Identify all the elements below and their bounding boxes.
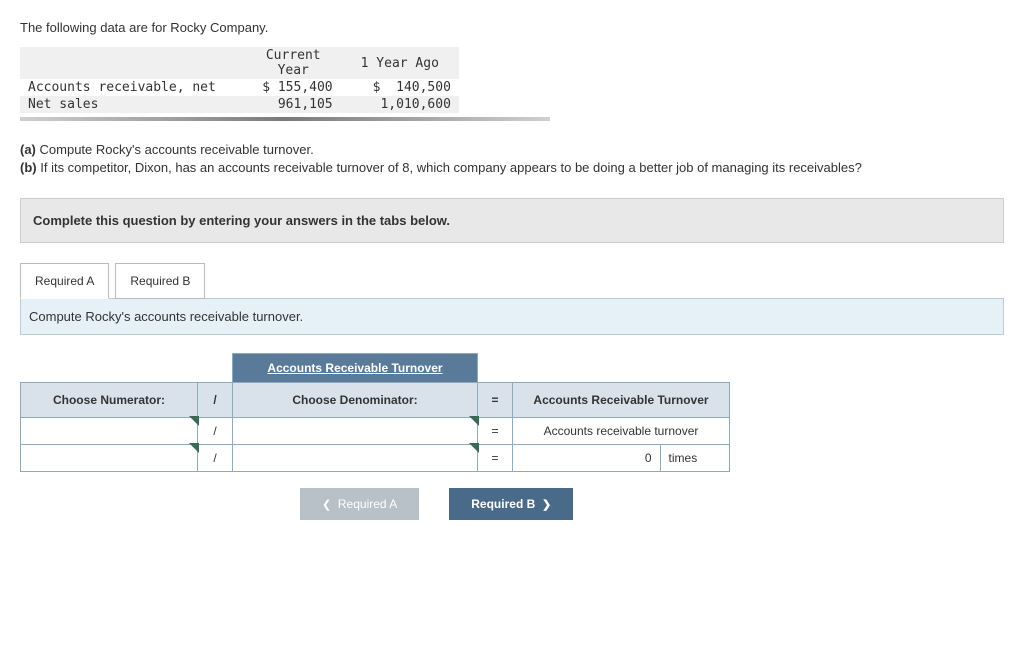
result-label: Accounts receivable turnover	[513, 418, 730, 445]
row-label: Accounts receivable, net	[20, 79, 246, 96]
nav-buttons: ❮ Required A Required B ❯	[20, 488, 1004, 520]
cell-value: $ 155,400	[246, 79, 341, 96]
denominator-value-dropdown[interactable]	[233, 445, 478, 472]
tabs-container: Required A Required B	[20, 263, 1004, 299]
answer-title: Accounts Receivable Turnover	[233, 354, 478, 383]
cell-value: $ 140,500	[341, 79, 459, 96]
equals: =	[478, 383, 513, 418]
numerator-header: Choose Numerator:	[21, 383, 198, 418]
divider	[20, 117, 550, 121]
result-units: times	[660, 445, 729, 472]
chevron-right-icon: ❯	[542, 499, 551, 511]
slash: /	[198, 418, 233, 445]
denominator-header: Choose Denominator:	[233, 383, 478, 418]
equals: =	[478, 418, 513, 445]
row-label: Net sales	[20, 96, 246, 113]
numerator-dropdown[interactable]	[21, 418, 198, 445]
prev-button[interactable]: ❮ Required A	[300, 488, 419, 520]
next-button[interactable]: Required B ❯	[449, 488, 573, 520]
denominator-dropdown[interactable]	[233, 418, 478, 445]
chevron-left-icon: ❮	[322, 499, 331, 511]
slash: /	[198, 445, 233, 472]
result-value[interactable]: 0	[513, 445, 661, 472]
equals: =	[478, 445, 513, 472]
tab-required-a[interactable]: Required A	[20, 263, 109, 299]
questions-block: (a) Compute Rocky's accounts receivable …	[20, 141, 1004, 176]
intro-text: The following data are for Rocky Company…	[20, 20, 1004, 35]
col-header-prior: 1 Year Ago	[341, 47, 459, 79]
answer-table: Accounts Receivable Turnover Choose Nume…	[20, 353, 730, 472]
question-a-label: (a)	[20, 142, 36, 157]
cell-value: 1,010,600	[341, 96, 459, 113]
question-b-text: If its competitor, Dixon, has an account…	[40, 160, 862, 175]
col-header-current: Current Year	[246, 47, 341, 79]
result-header: Accounts Receivable Turnover	[513, 383, 730, 418]
instruction-bar: Complete this question by entering your …	[20, 198, 1004, 243]
slash: /	[198, 383, 233, 418]
question-b-label: (b)	[20, 160, 37, 175]
prev-label: Required A	[338, 497, 397, 511]
next-label: Required B	[471, 497, 535, 511]
numerator-value-dropdown[interactable]	[21, 445, 198, 472]
tab-required-b[interactable]: Required B	[115, 263, 205, 299]
cell-value: 961,105	[246, 96, 341, 113]
question-a-text: Compute Rocky's accounts receivable turn…	[40, 142, 314, 157]
data-table: Current Year 1 Year Ago Accounts receiva…	[20, 47, 459, 113]
sub-instruction: Compute Rocky's accounts receivable turn…	[20, 298, 1004, 335]
